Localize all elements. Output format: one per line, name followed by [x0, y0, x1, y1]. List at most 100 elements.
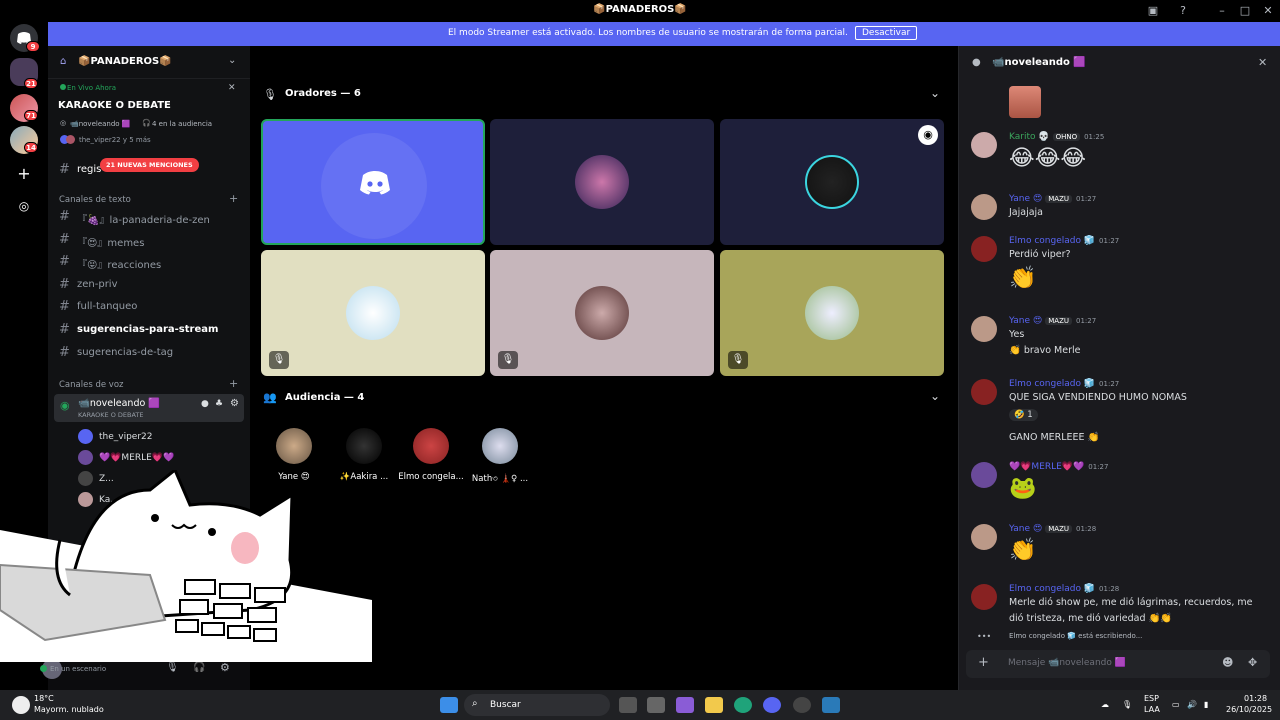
- headphones-icon[interactable]: 🎧: [193, 662, 205, 673]
- hash-icon: #: [59, 344, 70, 360]
- text-category[interactable]: Canales de texto: [59, 195, 131, 205]
- avatar[interactable]: [971, 462, 997, 488]
- message-author[interactable]: Yane 😍 MAZU 01:28: [1009, 524, 1096, 534]
- timestamp: 01:28: [1076, 525, 1097, 533]
- search-icon: ⌕: [472, 698, 478, 709]
- add-channel-icon[interactable]: +: [229, 192, 238, 205]
- display-icon[interactable]: ▭: [1172, 700, 1180, 709]
- weather-icon[interactable]: [12, 696, 30, 714]
- obs-icon[interactable]: [793, 697, 811, 713]
- avatar[interactable]: [971, 236, 997, 262]
- channel-item[interactable]: # zen-priv: [59, 275, 244, 295]
- clock-date[interactable]: 26/10/2025: [1226, 705, 1272, 714]
- message-author[interactable]: Elmo congelado 🧊 01:27: [1009, 379, 1119, 389]
- copilot-icon[interactable]: [676, 697, 694, 713]
- message-composer[interactable]: + Mensaje 📹noveleando 🟪 ☻ ✥: [966, 650, 1270, 678]
- gear-icon[interactable]: ⚙: [230, 398, 239, 409]
- message-author[interactable]: Elmo congelado 🧊 01:28: [1009, 584, 1119, 594]
- notification-badge: 9: [26, 41, 40, 52]
- file-explorer-icon[interactable]: [705, 697, 723, 713]
- speaker-tile[interactable]: [261, 119, 485, 245]
- message-text: Yes: [1009, 329, 1025, 340]
- channel-item[interactable]: # sugerencias-para-stream: [59, 320, 244, 340]
- avatar[interactable]: [971, 316, 997, 342]
- discord-taskbar-icon[interactable]: [763, 697, 781, 713]
- avatar[interactable]: [971, 194, 997, 220]
- channel-item[interactable]: # 『😍』memes: [59, 230, 244, 250]
- minimize-button[interactable]: –: [1214, 3, 1230, 19]
- avatar[interactable]: [971, 132, 997, 158]
- new-mentions-badge[interactable]: 21 NUEVAS MENCIONES: [100, 158, 199, 172]
- emoji-message: 👏: [1009, 538, 1037, 563]
- windows-start-icon[interactable]: [440, 697, 458, 713]
- search-box[interactable]: ⌕ Buscar: [464, 694, 610, 716]
- channel-item[interactable]: # full-tanqueo: [59, 297, 244, 317]
- inbox-icon[interactable]: ▣: [1145, 3, 1161, 19]
- streamer-mode-text: El modo Streamer está activado. Los nomb…: [448, 28, 848, 38]
- help-icon[interactable]: ?: [1175, 3, 1191, 19]
- collapse-chevron-icon[interactable]: ⌄: [930, 86, 940, 100]
- apps-icon[interactable]: ✥: [1248, 656, 1257, 669]
- avatar: [66, 135, 75, 144]
- add-server-icon[interactable]: +: [10, 160, 38, 188]
- message-input[interactable]: Mensaje 📹noveleando 🟪: [1008, 658, 1126, 668]
- audience-member[interactable]: Elmo congela...: [395, 428, 467, 488]
- screen-share-icon[interactable]: ◉: [918, 125, 938, 145]
- speaker-tile[interactable]: 🎙: [261, 250, 485, 376]
- audience-member[interactable]: Nath৩ 🗼♀ ...: [464, 428, 536, 488]
- add-channel-icon[interactable]: +: [229, 377, 238, 390]
- discover-icon[interactable]: ◎: [10, 192, 38, 220]
- server-name[interactable]: 📦PANADEROS📦: [78, 56, 172, 67]
- microphone-icon[interactable]: 🎙: [166, 662, 179, 673]
- speaker-tile[interactable]: [490, 119, 714, 245]
- input-region[interactable]: LAA: [1144, 705, 1160, 714]
- channel-item[interactable]: # 『🍇』la-panaderia-de-zen: [59, 207, 244, 227]
- battery-icon[interactable]: ▮: [1204, 700, 1208, 709]
- avatar: [346, 428, 382, 464]
- chevron-down-icon[interactable]: ⌄: [228, 55, 236, 66]
- edge-icon[interactable]: [734, 697, 752, 713]
- settings-gear-icon[interactable]: ⚙: [220, 661, 230, 674]
- chat-icon[interactable]: ●: [201, 399, 209, 409]
- message-author[interactable]: Yane 😍 MAZU 01:27: [1009, 194, 1096, 204]
- reaction-chip[interactable]: 🤣 1: [1009, 409, 1038, 421]
- collapse-chevron-icon[interactable]: ⌄: [930, 389, 940, 403]
- user-status: En un escenario: [50, 665, 107, 673]
- live-stage-title[interactable]: KARAOKE O DEBATE: [58, 100, 171, 111]
- emoji-icon[interactable]: ☻: [1222, 656, 1233, 669]
- speaker-tile[interactable]: 🎙: [490, 250, 714, 376]
- speaker-tile[interactable]: 🎙: [720, 250, 944, 376]
- avatar[interactable]: [971, 379, 997, 405]
- add-attachment-icon[interactable]: +: [978, 655, 989, 670]
- voice-category[interactable]: Canales de voz: [59, 380, 123, 390]
- message-author[interactable]: 💜💗MERLE💗💜 01:27: [1009, 462, 1108, 472]
- speaker-tile[interactable]: ◉: [720, 119, 944, 245]
- clock-time[interactable]: 01:28: [1244, 694, 1267, 703]
- voice-channel-item[interactable]: ◉ 📹noveleando 🟪 KARAOKE O DEBATE ● ♣ ⚙: [54, 394, 244, 422]
- invite-icon[interactable]: ♣: [215, 399, 223, 409]
- store-icon[interactable]: [647, 697, 665, 713]
- network-icon[interactable]: ☁: [1101, 700, 1109, 709]
- maximize-button[interactable]: □: [1237, 3, 1253, 19]
- message-text: Jajajaja: [1009, 207, 1044, 218]
- close-window-button[interactable]: ✕: [1260, 3, 1276, 19]
- avatar[interactable]: [971, 524, 997, 550]
- close-icon[interactable]: ✕: [228, 83, 236, 93]
- input-language[interactable]: ESP: [1144, 694, 1159, 703]
- channel-item[interactable]: # 『😝』reacciones: [59, 252, 244, 272]
- guild-tag: MAZU: [1045, 525, 1073, 533]
- close-chat-icon[interactable]: ✕: [1258, 56, 1267, 69]
- message-text: QUE SIGA VENDIENDO HUMO NOMAS: [1009, 392, 1187, 403]
- disable-streamer-button[interactable]: Desactivar: [855, 26, 918, 40]
- message-author[interactable]: Yane 😍 MAZU 01:27: [1009, 316, 1096, 326]
- channel-item[interactable]: # sugerencias-de-tag: [59, 343, 244, 363]
- task-view-icon[interactable]: [619, 697, 637, 713]
- volume-icon[interactable]: 🔊: [1187, 700, 1197, 709]
- message-author[interactable]: Elmo congelado 🧊 01:27: [1009, 236, 1119, 246]
- microphone-tray-icon[interactable]: 🎙: [1122, 700, 1132, 709]
- app-icon[interactable]: [822, 697, 840, 713]
- timestamp: 01:27: [1076, 195, 1097, 203]
- message-author[interactable]: Karito 💀 OHNO 01:25: [1009, 132, 1104, 142]
- avatar: [805, 286, 859, 340]
- avatar[interactable]: [971, 584, 997, 610]
